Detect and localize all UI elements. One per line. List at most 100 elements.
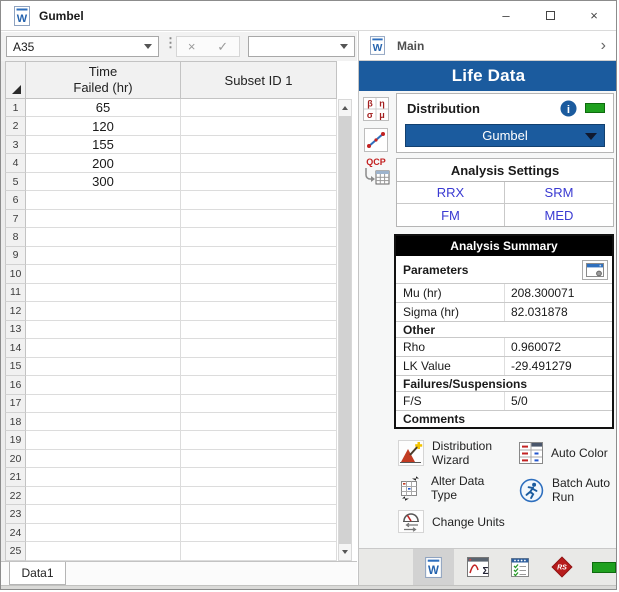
cell-time-failed[interactable] (26, 191, 181, 210)
change-units-button[interactable]: Change Units (398, 510, 505, 533)
row-header[interactable]: 16 (5, 376, 26, 395)
cell-time-failed[interactable] (26, 394, 181, 413)
probability-plot-icon[interactable] (364, 128, 388, 152)
footer-report-tab[interactable] (499, 549, 540, 585)
cancel-entry-button[interactable]: × (188, 40, 196, 53)
row-header[interactable]: 7 (5, 209, 26, 229)
row-header[interactable]: 2 (5, 117, 26, 136)
cell-time-failed[interactable] (26, 246, 181, 266)
row-header[interactable]: 21 (5, 468, 26, 487)
vertical-scrollbar[interactable] (338, 99, 352, 561)
cell-subset-id[interactable] (181, 172, 337, 192)
cell-time-failed[interactable] (26, 320, 181, 340)
select-all-corner[interactable] (5, 61, 26, 99)
row-header[interactable]: 25 (5, 542, 26, 561)
cell-time-failed[interactable] (26, 357, 181, 377)
cell-time-failed[interactable] (26, 302, 181, 321)
cell-subset-id[interactable] (181, 117, 337, 136)
panel-nav-bar[interactable]: W Main › (359, 31, 616, 61)
scroll-up-button[interactable] (339, 100, 351, 116)
row-header[interactable]: 3 (5, 135, 26, 155)
row-header[interactable]: 15 (5, 357, 26, 377)
row-header[interactable]: 4 (5, 154, 26, 173)
cell-subset-id[interactable] (181, 283, 337, 303)
cell-subset-id[interactable] (181, 412, 337, 432)
cell-time-failed[interactable] (26, 209, 181, 229)
cell-subset-id[interactable] (181, 505, 337, 524)
cell-time-failed[interactable]: 65 (26, 99, 181, 118)
sheet-tab-data1[interactable]: Data1 (9, 562, 66, 585)
cell-time-failed[interactable]: 120 (26, 117, 181, 136)
row-header[interactable]: 11 (5, 283, 26, 303)
row-header[interactable]: 24 (5, 523, 26, 543)
row-header[interactable]: 22 (5, 486, 26, 506)
row-header[interactable]: 12 (5, 302, 26, 321)
cell-subset-id[interactable] (181, 542, 337, 561)
chevron-down-icon[interactable] (340, 44, 348, 49)
row-header[interactable]: 1 (5, 99, 26, 118)
cell-time-failed[interactable]: 300 (26, 172, 181, 192)
cell-subset-id[interactable] (181, 99, 337, 118)
formula-input[interactable] (248, 36, 355, 57)
cell-subset-id[interactable] (181, 339, 337, 358)
scroll-down-button[interactable] (339, 544, 351, 560)
cell-time-failed[interactable] (26, 412, 181, 432)
cell-time-failed[interactable]: 200 (26, 154, 181, 173)
distribution-wizard-button[interactable]: Distribution Wizard (398, 439, 492, 467)
close-button[interactable]: × (572, 1, 616, 30)
cell-time-failed[interactable] (26, 523, 181, 543)
cell-subset-id[interactable] (181, 265, 337, 284)
cell-subset-id[interactable] (181, 191, 337, 210)
analysis-setting-option-srm[interactable]: SRM (505, 182, 613, 204)
cell-subset-id[interactable] (181, 302, 337, 321)
chevron-down-icon[interactable] (144, 44, 152, 49)
row-header[interactable]: 8 (5, 228, 26, 247)
analysis-setting-option-rrx[interactable]: RRX (397, 182, 505, 204)
cell-time-failed[interactable] (26, 468, 181, 487)
cell-time-failed[interactable] (26, 339, 181, 358)
row-header[interactable]: 10 (5, 265, 26, 284)
cell-time-failed[interactable] (26, 265, 181, 284)
distribution-dropdown[interactable]: Gumbel (405, 124, 605, 147)
open-in-window-button[interactable] (582, 259, 608, 280)
cell-time-failed[interactable] (26, 228, 181, 247)
confirm-entry-button[interactable]: ✓ (217, 40, 228, 53)
cell-subset-id[interactable] (181, 357, 337, 377)
row-header[interactable]: 6 (5, 191, 26, 210)
row-header[interactable]: 18 (5, 412, 26, 432)
cell-subset-id[interactable] (181, 135, 337, 155)
cell-time-failed[interactable] (26, 376, 181, 395)
cell-subset-id[interactable] (181, 394, 337, 413)
row-header[interactable]: 14 (5, 339, 26, 358)
cell-subset-id[interactable] (181, 486, 337, 506)
cell-time-failed[interactable]: 155 (26, 135, 181, 155)
cell-time-failed[interactable] (26, 505, 181, 524)
row-header[interactable]: 19 (5, 431, 26, 450)
cell-reference-box[interactable]: A35 (6, 36, 159, 57)
column-header-time-failed[interactable]: Time Failed (hr) (26, 61, 181, 99)
cell-time-failed[interactable] (26, 449, 181, 469)
info-icon[interactable]: i (560, 99, 577, 117)
alter-data-type-button[interactable]: Alter Data Type (398, 474, 484, 502)
row-header[interactable]: 13 (5, 320, 26, 340)
parameters-greek-icon[interactable]: β η σ μ (363, 97, 389, 121)
maximize-button[interactable] (528, 1, 572, 30)
cell-subset-id[interactable] (181, 468, 337, 487)
cell-time-failed[interactable] (26, 283, 181, 303)
cell-subset-id[interactable] (181, 449, 337, 469)
row-header[interactable]: 23 (5, 505, 26, 524)
cell-subset-id[interactable] (181, 523, 337, 543)
chevron-right-icon[interactable]: › (601, 37, 606, 54)
cell-subset-id[interactable] (181, 209, 337, 229)
minimize-button[interactable]: – (484, 1, 528, 30)
cell-subset-id[interactable] (181, 376, 337, 395)
row-header[interactable]: 5 (5, 172, 26, 192)
cell-time-failed[interactable] (26, 486, 181, 506)
row-header[interactable]: 17 (5, 394, 26, 413)
batch-auto-run-button[interactable]: Batch Auto Run (519, 476, 610, 504)
footer-weibull-tab[interactable]: W (413, 549, 454, 585)
analysis-setting-option-fm[interactable]: FM (397, 204, 505, 226)
cell-subset-id[interactable] (181, 154, 337, 173)
cell-subset-id[interactable] (181, 320, 337, 340)
analysis-setting-option-med[interactable]: MED (505, 204, 613, 226)
